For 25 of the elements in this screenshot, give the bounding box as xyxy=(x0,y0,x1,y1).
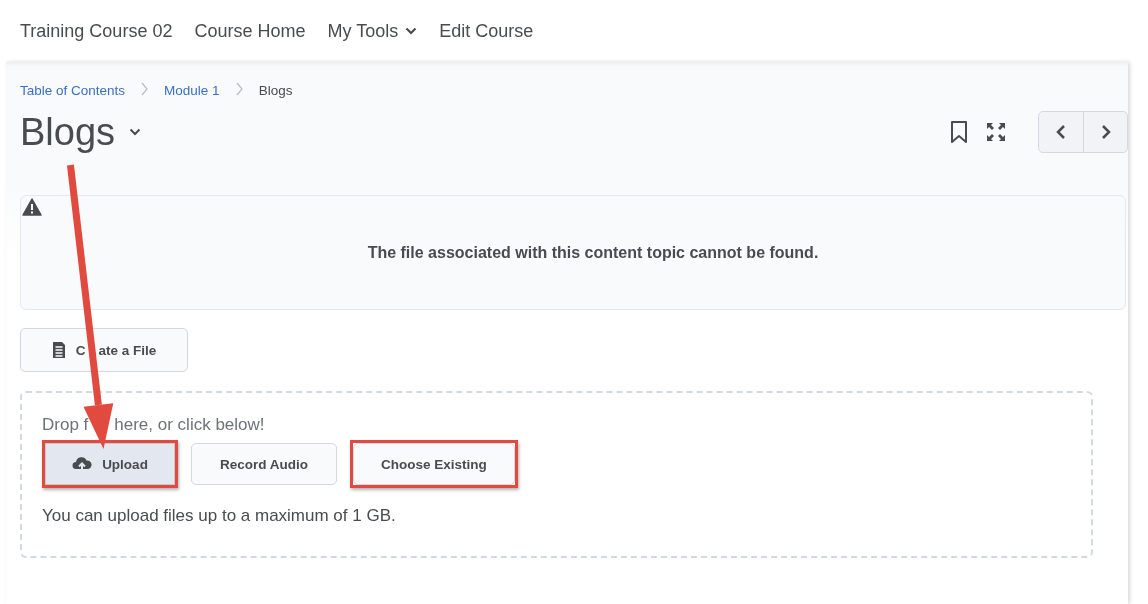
chevron-right-icon xyxy=(1100,124,1111,140)
fullscreen-icon[interactable] xyxy=(986,122,1006,142)
chevron-left-icon xyxy=(1056,124,1066,140)
alert-message: The file associated with this content topic cannot be found. xyxy=(367,243,819,262)
create-file-button[interactable]: C ate a File xyxy=(20,328,188,372)
upload-option-button[interactable]: Choose Existing xyxy=(353,443,515,485)
menu-link[interactable]: My Tools xyxy=(327,20,418,42)
breadcrumb-link[interactable]: Table of Contents xyxy=(20,82,126,98)
chevron-down-icon[interactable] xyxy=(129,128,142,136)
upload-limit-note: You can upload files up to a maximum of 1 GB. xyxy=(42,506,397,526)
dropzone[interactable]: Drop f here, or click below! Upload Record Audio Choose Existing You can upload files up to a maximum of 1 GB. xyxy=(20,391,1093,558)
nav-link[interactable]: Edit Course xyxy=(439,20,534,42)
page-title: Blogs xyxy=(20,110,116,154)
cloud-upload-icon xyxy=(72,456,93,472)
upload-option-button[interactable]: Record Audio xyxy=(191,443,337,485)
chevron-down-icon xyxy=(405,27,418,35)
dropzone-prompt: Drop f xyxy=(42,415,89,435)
bookmark-icon[interactable] xyxy=(950,120,968,144)
nav-link[interactable]: Course Home xyxy=(194,20,306,42)
nav-link[interactable]: Training Course 02 xyxy=(20,20,173,42)
dropzone-prompt: here, or click below! xyxy=(114,415,265,435)
breadcrumb-current: Blogs xyxy=(258,82,293,98)
upload-option-button[interactable]: Upload xyxy=(45,443,175,485)
breadcrumb-link[interactable]: Module 1 xyxy=(164,82,220,98)
document-icon xyxy=(51,341,66,359)
